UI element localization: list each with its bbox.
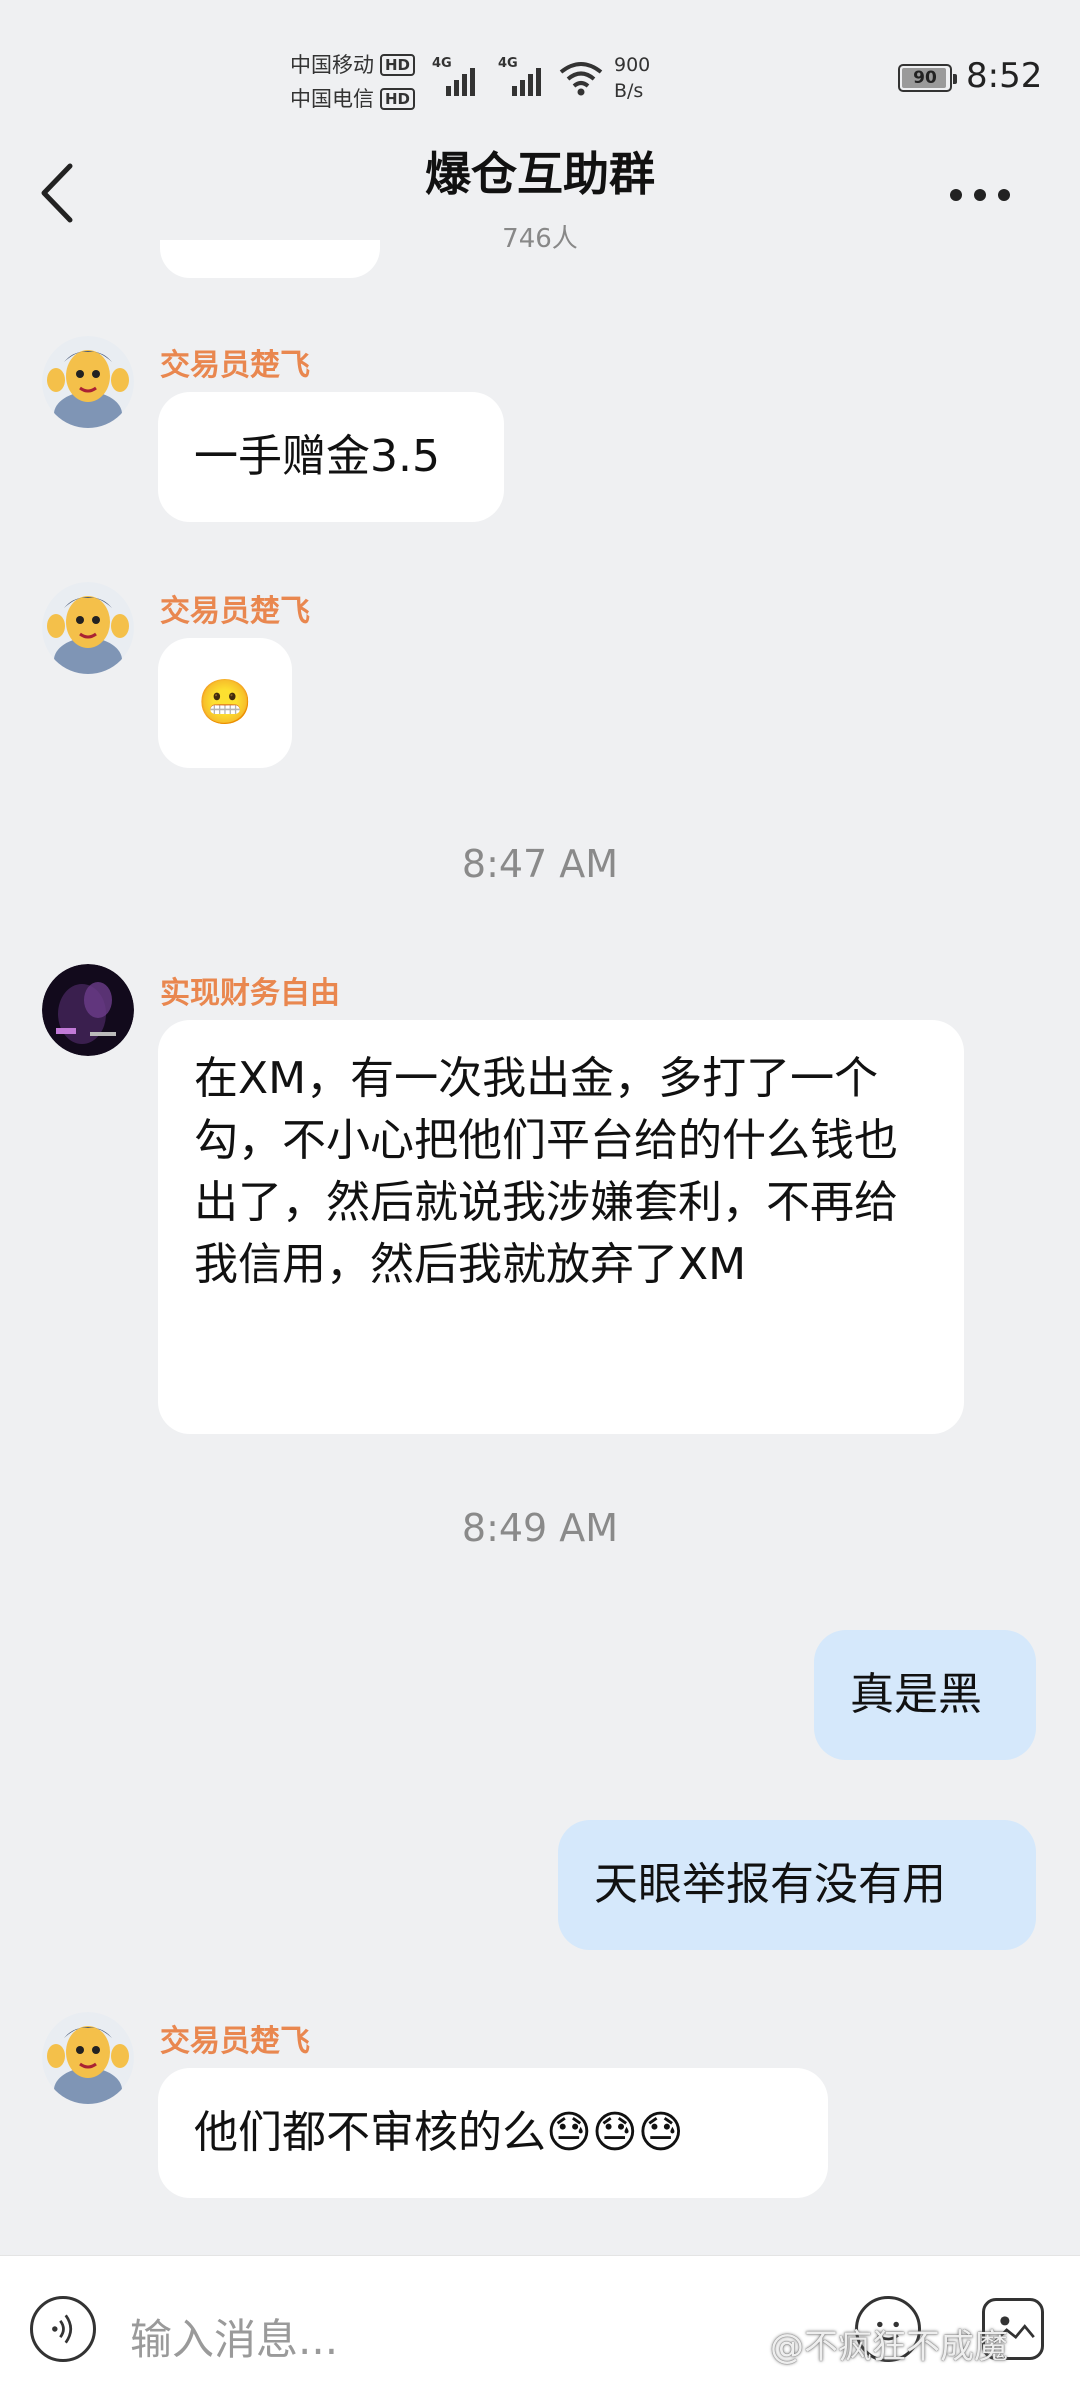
message-text: 他们都不审核的么😓😓😓: [194, 2107, 684, 2158]
message-bubble[interactable]: 😬: [158, 638, 292, 768]
message-text: 真是黑: [850, 1669, 982, 1720]
grimace-emoji-icon: 😬: [197, 677, 253, 728]
avatar[interactable]: [42, 336, 134, 428]
my-message-bubble[interactable]: 天眼举报有没有用: [558, 1820, 1036, 1950]
message-bubble[interactable]: 他们都不审核的么😓😓😓: [158, 2068, 828, 2198]
network-speed: 900 B/s: [614, 52, 650, 104]
sender-name: 实现财务自由: [160, 976, 340, 1011]
message-text: 在XM，有一次我出金，多打了一个勾，不小心把他们平台给的什么钱也出了，然后就说我…: [194, 1053, 898, 1290]
sender-name: 交易员楚飞: [160, 594, 310, 629]
message-timestamp: 8:47 AM: [461, 842, 619, 886]
group-title: 爆仓互助群: [425, 147, 655, 201]
signal-strength-icon: 4G: [498, 56, 544, 96]
avatar[interactable]: [42, 582, 134, 674]
status-time: 8:52: [966, 56, 1043, 96]
message-bubble[interactable]: 在XM，有一次我出金，多打了一个勾，不小心把他们平台给的什么钱也出了，然后就说我…: [158, 1020, 964, 1434]
network-speed-unit: B/s: [614, 80, 644, 102]
message-text: 天眼举报有没有用: [594, 1859, 946, 1910]
message-input[interactable]: 输入消息...: [130, 2306, 338, 2367]
more-options-icon[interactable]: [950, 180, 1030, 210]
message-text: 一手赠金3.5: [194, 431, 440, 482]
carrier-2-label: 中国电信: [290, 87, 374, 111]
signal-strength-icon: 4G: [432, 56, 478, 96]
message-bubble[interactable]: 一手赠金3.5: [158, 392, 504, 522]
carrier-1-label: 中国移动: [290, 53, 374, 77]
sender-name: 交易员楚飞: [160, 348, 310, 383]
avatar[interactable]: [42, 2012, 134, 2104]
hd-badge: HD: [380, 54, 416, 76]
battery-icon: 90: [898, 64, 957, 92]
sender-name: 交易员楚飞: [160, 2024, 310, 2059]
carrier-info: 中国移动 HD 中国电信 HD: [290, 48, 416, 116]
network-speed-value: 900: [614, 54, 651, 76]
hd-badge: HD: [380, 88, 416, 110]
voice-input-icon[interactable]: [30, 2296, 96, 2362]
avatar[interactable]: [42, 964, 134, 1056]
message-input-bar: 输入消息... @不疯狂不成魔: [0, 2255, 1080, 2401]
message-bubble-partial: [160, 240, 380, 278]
wifi-icon: [559, 62, 603, 96]
status-bar: 中国移动 HD 中国电信 HD 4G 4G 900 B/s 90 8:52: [0, 0, 1080, 130]
battery-level: 90: [913, 68, 937, 88]
watermark: @不疯狂不成魔: [770, 2327, 1008, 2367]
message-timestamp: 8:49 AM: [461, 1506, 619, 1550]
my-message-bubble[interactable]: 真是黑: [814, 1630, 1036, 1760]
signal-indicators: 4G 4G: [432, 56, 544, 96]
